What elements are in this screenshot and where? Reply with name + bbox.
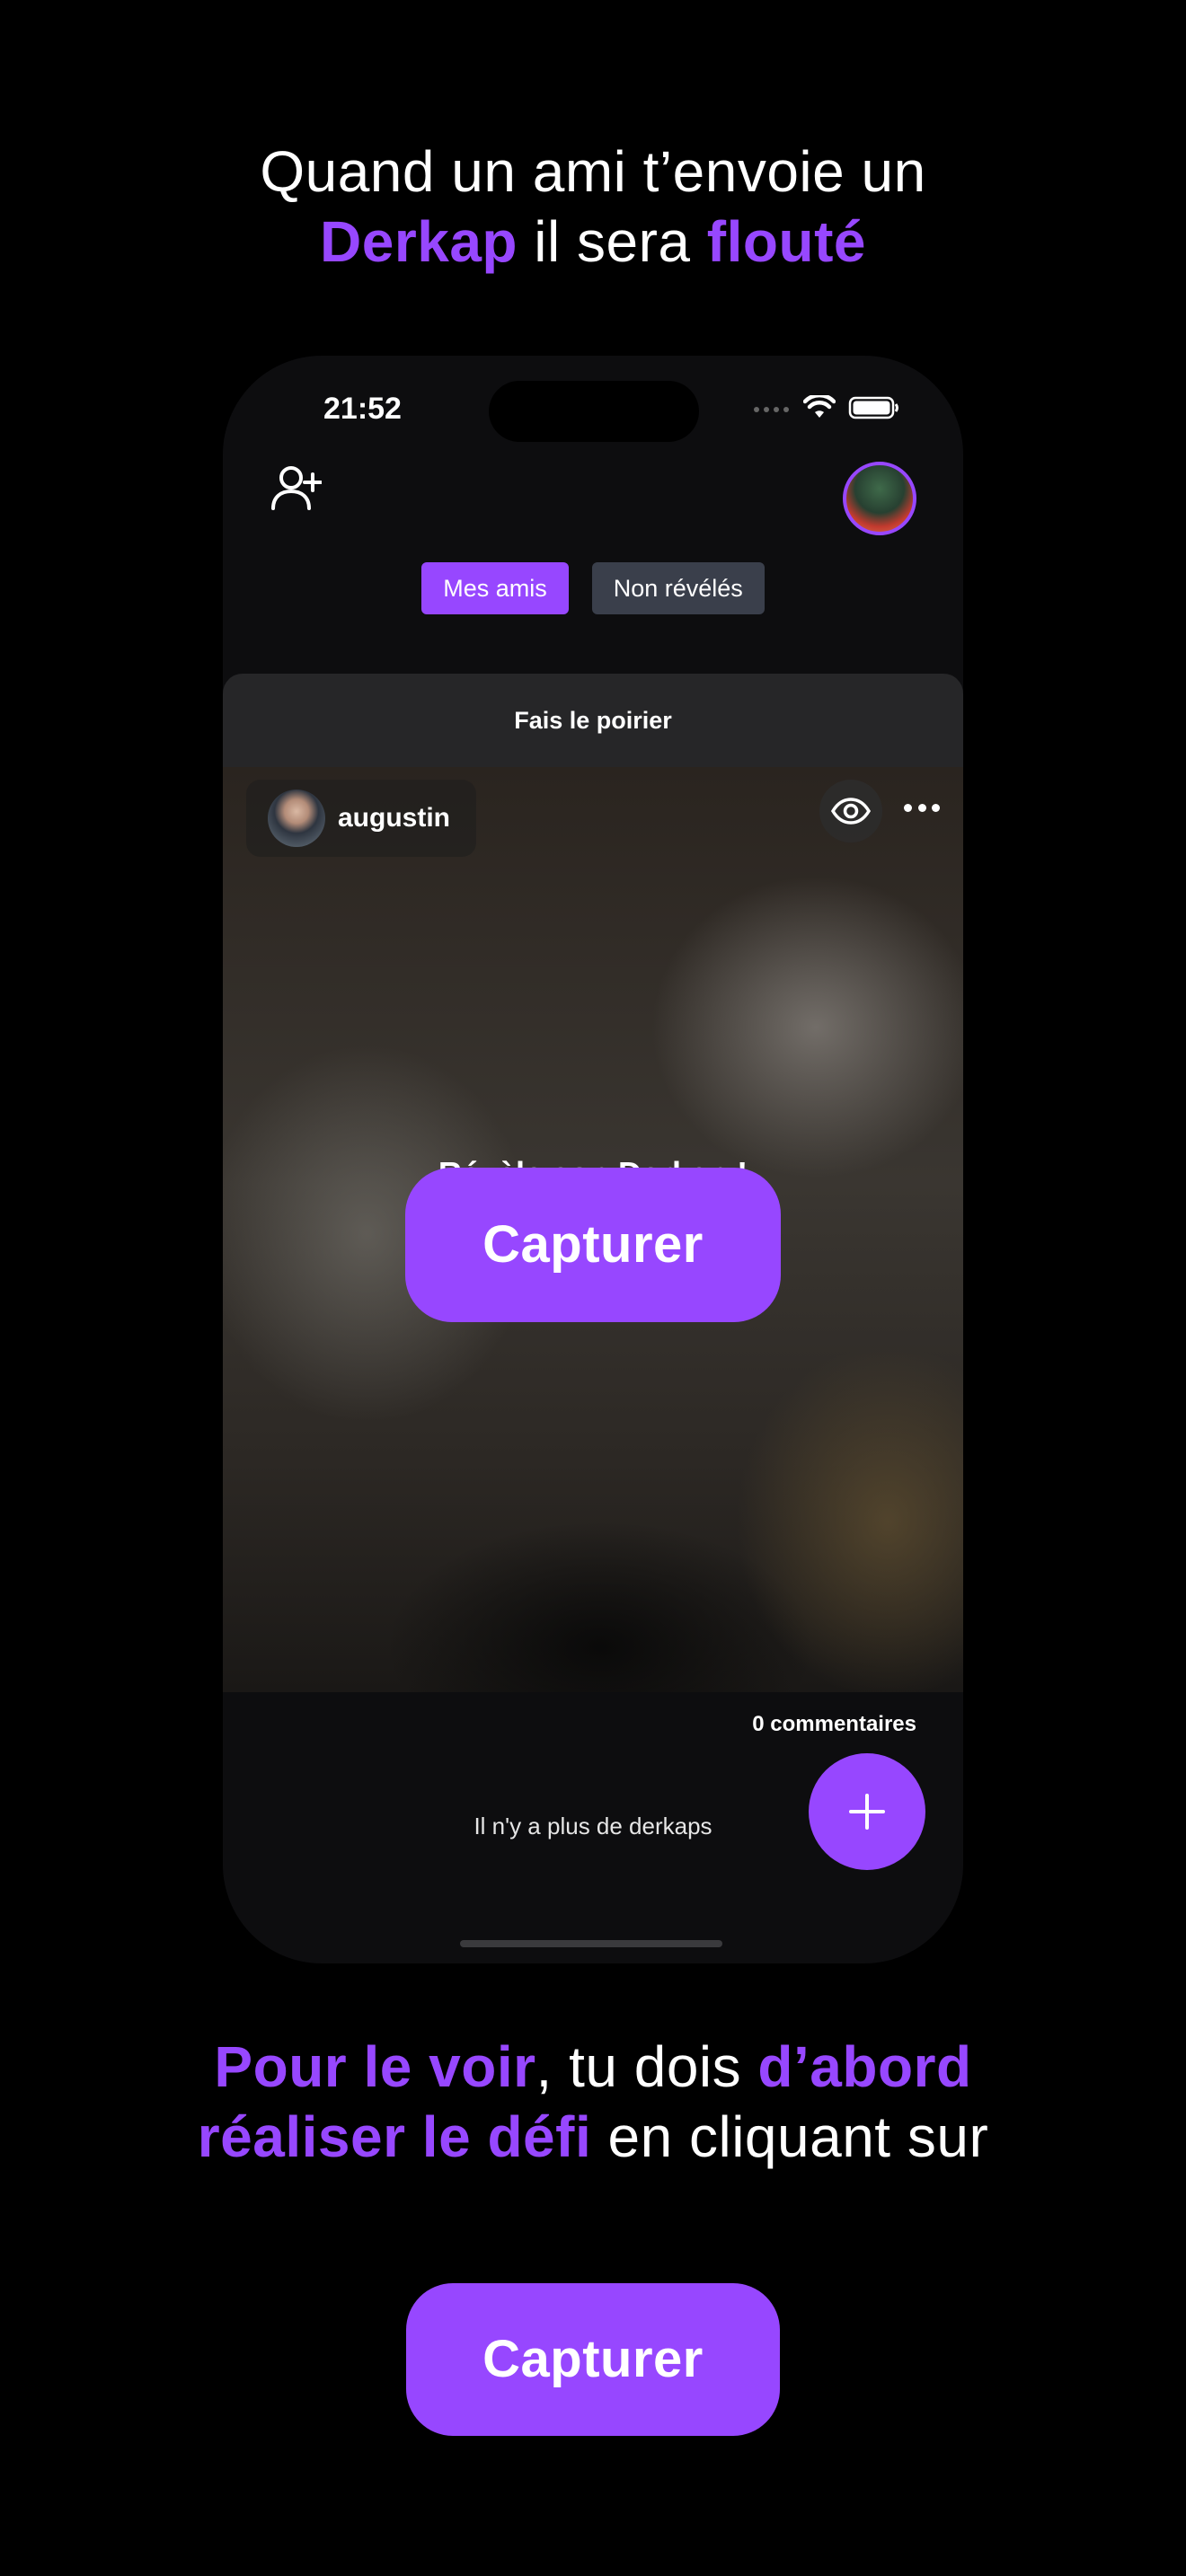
author-name: augustin	[338, 803, 450, 833]
dynamic-island	[489, 381, 699, 442]
tab-non-reveles[interactable]: Non révélés	[591, 562, 765, 614]
tab-mes-amis[interactable]: Mes amis	[421, 562, 569, 614]
capture-button-example[interactable]: Capturer	[406, 2283, 780, 2436]
post-author-chip[interactable]: augustin	[246, 780, 476, 857]
headline-bottom-p1: Pour le voir	[214, 2034, 536, 2099]
headline-app-name: Derkap	[320, 209, 518, 274]
headline-top-line1: Quand un ami t’envoie un	[260, 139, 926, 204]
headline-bottom-p2: , tu dois	[535, 2034, 758, 2099]
reveal-eye-button[interactable]	[819, 780, 882, 842]
wifi-icon	[803, 395, 836, 418]
headline-bottom: Pour le voir, tu dois d’abord réaliser l…	[0, 2032, 1186, 2172]
headline-top-line2: Derkap il sera flouté	[0, 207, 1186, 277]
battery-icon	[848, 396, 898, 419]
feed-tabs: Mes amis Non révélés	[223, 562, 963, 614]
phone-mockup: 21:52 Mes amis Non révélés Fais le poiri…	[223, 356, 963, 1963]
status-icons	[753, 395, 900, 420]
more-options-icon[interactable]	[904, 801, 940, 814]
eye-icon	[831, 798, 871, 825]
status-time: 21:52	[323, 392, 402, 426]
headline-mid-text: il sera	[518, 209, 707, 274]
author-avatar	[268, 790, 325, 847]
signal-icon	[754, 407, 789, 412]
headline-bottom-line1: Pour le voir, tu dois d’abord	[0, 2032, 1186, 2102]
capture-button[interactable]: Capturer	[405, 1168, 781, 1322]
profile-avatar[interactable]	[843, 462, 916, 535]
add-post-button[interactable]	[809, 1753, 925, 1870]
user-plus-icon	[271, 466, 323, 510]
headline-bottom-p4: réaliser le défi	[197, 2104, 592, 2169]
headline-top: Quand un ami t’envoie un Derkap il sera …	[0, 137, 1186, 277]
challenge-title: Fais le poirier	[223, 674, 963, 767]
home-indicator	[460, 1940, 722, 1947]
headline-bottom-line2: réaliser le défi en cliquant sur	[0, 2102, 1186, 2172]
headline-blur-word: flouté	[706, 209, 866, 274]
headline-bottom-p3: d’abord	[757, 2034, 972, 2099]
comments-count[interactable]: 0 commentaires	[752, 1712, 916, 1737]
plus-icon	[849, 1794, 885, 1830]
headline-bottom-p5: en cliquant sur	[591, 2104, 989, 2169]
add-friend-button[interactable]	[270, 462, 323, 514]
